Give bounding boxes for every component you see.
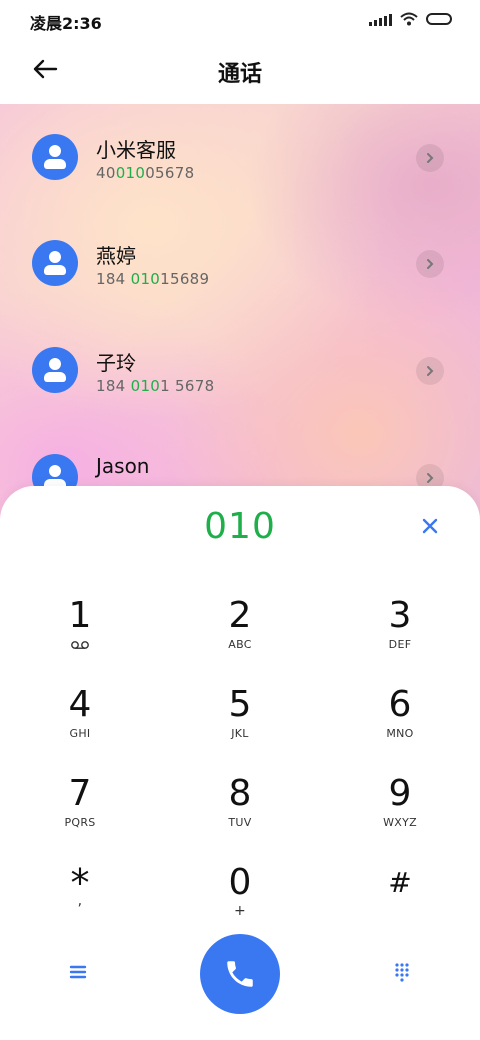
menu-button[interactable] [66,960,90,984]
key-digit: 3 [388,595,412,636]
chevron-right-icon [427,473,434,483]
key-letters: MNO [386,727,414,740]
key-letters: DEF [388,638,412,651]
close-icon [422,518,438,534]
key-9[interactable]: 9 WXYZ [340,764,460,844]
chevron-right-icon [427,153,434,163]
key-letters: , [77,893,83,909]
key-0[interactable]: 0 + [180,853,300,933]
key-letters: WXYZ [383,816,417,829]
clear-button[interactable] [418,514,442,538]
avatar [32,240,78,286]
key-digit: 1 [68,595,92,636]
contact-number: 184 0101 5678 [96,377,215,395]
contact-number: 184 01015689 [96,270,210,288]
contact-name: 燕婷 [96,244,136,268]
contact-item[interactable]: 小米客服 4001005678 [0,104,480,200]
contact-item[interactable]: 燕婷 184 01015689 [0,210,480,306]
key-digit: 4 [68,684,92,725]
key-digit: 5 [228,684,252,725]
key-4[interactable]: 4 GHI [20,675,140,755]
key-2[interactable]: 2 ABC [180,586,300,666]
wifi-icon [400,12,418,26]
key-digit: 7 [68,773,92,814]
key-digit: 8 [228,773,252,814]
contact-detail-button[interactable] [416,144,444,172]
voicemail-icon [71,641,89,649]
key-digit: 6 [388,684,412,725]
key-8[interactable]: 8 TUV [180,764,300,844]
key-digit: 2 [228,595,252,636]
phone-icon [227,961,253,987]
key-star[interactable]: * , [20,853,140,933]
key-letters: JKL [231,727,249,740]
contact-name: 小米客服 [96,138,176,162]
contact-detail-button[interactable] [416,250,444,278]
status-icons [369,12,452,26]
call-button[interactable] [200,934,280,1014]
key-letters: ABC [228,638,252,651]
key-letters: TUV [228,816,252,829]
key-hash[interactable]: # [340,853,460,933]
page-title: 通话 [217,62,262,87]
contact-detail-button[interactable] [416,357,444,385]
contact-number: 4001005678 [96,164,195,182]
status-bar: 凌晨2:36 [0,0,480,40]
key-3[interactable]: 3 DEF [340,586,460,666]
status-time: 凌晨2:36 [30,14,102,33]
key-digit: # [388,866,412,899]
key-letters: PQRS [64,816,96,829]
keypad-icon [395,963,409,982]
header: 通话 [0,40,480,104]
key-digit: 0 [228,862,252,903]
chevron-right-icon [427,259,434,269]
battery-icon [426,13,452,25]
keypad-toggle-button[interactable] [390,960,414,984]
avatar [32,134,78,180]
dial-panel: 010 1 2 ABC 3 DEF 4 GHI 5 JKL 6 MNO 7 PQ… [0,486,480,1040]
contact-name: Jason [96,454,150,478]
dialed-number: 010 [204,506,276,547]
key-letters: + [233,903,247,919]
chevron-right-icon [427,366,434,376]
key-letters: GHI [69,727,91,740]
key-7[interactable]: 7 PQRS [20,764,140,844]
key-1[interactable]: 1 [20,586,140,666]
contact-list: 小米客服 4001005678 燕婷 184 01015689 子玲 184 0… [0,104,480,524]
key-5[interactable]: 5 JKL [180,675,300,755]
avatar [32,347,78,393]
signal-icon [369,13,392,26]
key-6[interactable]: 6 MNO [340,675,460,755]
key-digit: 9 [388,773,412,814]
menu-icon [69,965,87,979]
contact-name: 子玲 [96,351,136,375]
contact-item[interactable]: 子玲 184 0101 5678 [0,317,480,413]
